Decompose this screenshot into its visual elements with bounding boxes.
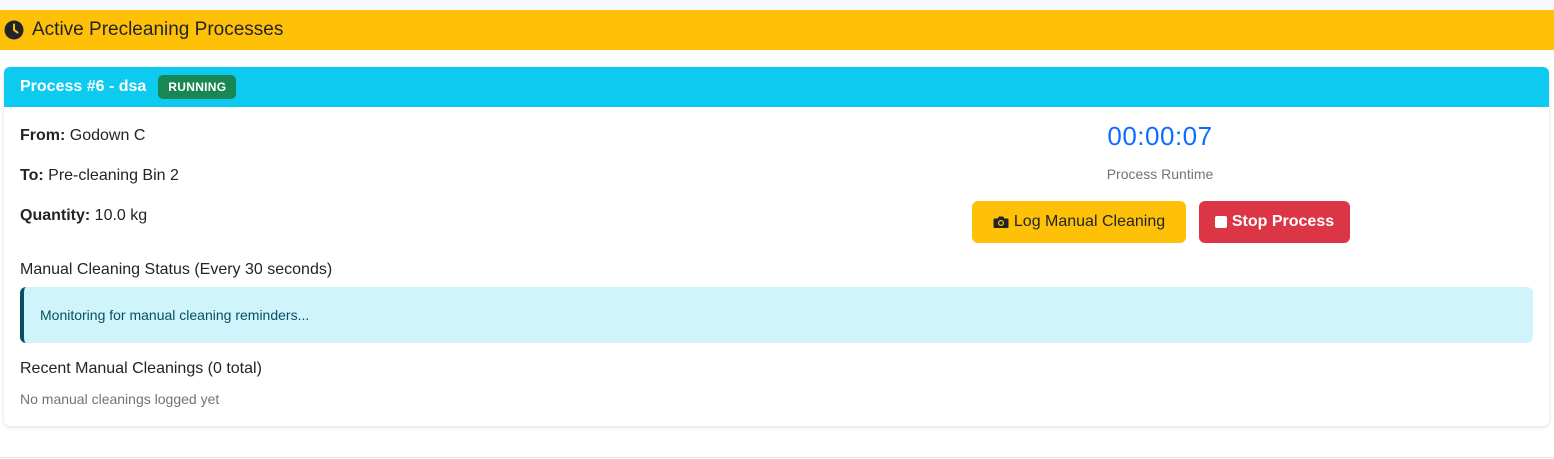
stop-button-label: Stop Process	[1231, 213, 1335, 230]
section-header: Active Precleaning Processes	[0, 10, 1554, 50]
from-label: From:	[20, 127, 66, 144]
cleaning-status-alert: Monitoring for manual cleaning reminders…	[20, 287, 1533, 343]
log-manual-cleaning-button[interactable]: Log Manual Cleaning	[972, 201, 1186, 243]
divider	[0, 457, 1554, 458]
runtime-label: Process Runtime	[1106, 166, 1214, 182]
to-value: Pre-cleaning Bin 2	[48, 167, 179, 184]
process-card-header: Process #6 - dsa RUNNING	[4, 67, 1549, 107]
runtime-timer: 00:00:07	[1107, 121, 1213, 151]
log-button-label: Log Manual Cleaning	[1013, 213, 1166, 230]
from-field: From: Godown C	[20, 127, 145, 145]
stop-process-button[interactable]: Stop Process	[1199, 201, 1350, 243]
section-title: Active Precleaning Processes	[32, 19, 284, 40]
cleaning-status-heading: Manual Cleaning Status (Every 30 seconds…	[20, 261, 333, 278]
process-card: Process #6 - dsa RUNNING From: Godown C …	[4, 67, 1549, 426]
to-label: To:	[20, 167, 44, 184]
status-badge: RUNNING	[158, 75, 237, 99]
camera-icon	[993, 216, 1009, 228]
stop-icon	[1214, 216, 1227, 228]
cleaning-status-message: Monitoring for manual cleaning reminders…	[40, 307, 310, 323]
to-field: To: Pre-cleaning Bin 2	[20, 167, 179, 185]
quantity-label: Quantity:	[20, 207, 91, 224]
clock-icon	[4, 20, 24, 40]
top-strip	[0, 0, 1554, 10]
quantity-field: Quantity: 10.0 kg	[20, 207, 147, 225]
from-value: Godown C	[69, 127, 146, 144]
quantity-value: 10.0 kg	[94, 207, 148, 224]
recent-cleanings-heading: Recent Manual Cleanings (0 total)	[20, 360, 262, 377]
recent-cleanings-empty: No manual cleanings logged yet	[20, 391, 220, 407]
process-title: Process #6 - dsa	[20, 78, 147, 95]
